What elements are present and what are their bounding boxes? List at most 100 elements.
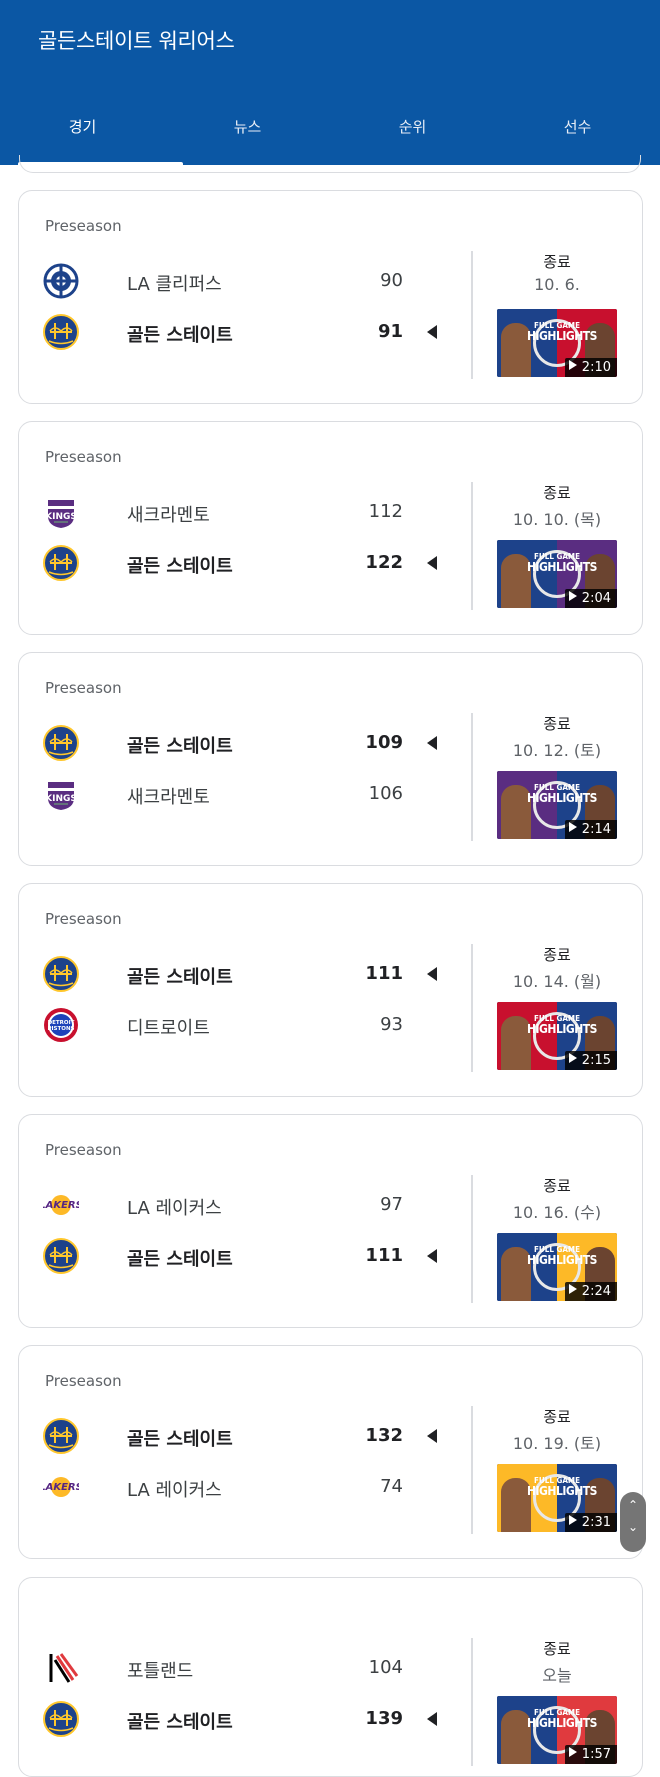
highlight-title-big: HIGHLIGHTS [527,1484,597,1498]
highlight-title: FULL GAME HIGHLIGHTS [527,783,597,805]
game-status: 종료 [543,484,571,502]
game-date: 10. 10. (목) [512,510,602,529]
highlight-title-big: HIGHLIGHTS [527,1253,597,1267]
video-duration: 2:04 [564,589,617,608]
highlight-title-big: HIGHLIGHTS [527,1716,597,1730]
winner-arrow-icon [427,325,437,339]
team-score: 97 [380,1194,403,1215]
team-row: 골든 스테이트 109 [43,723,463,763]
team-name: 새크라멘토 [127,787,210,808]
highlight-title-big: HIGHLIGHTS [527,329,597,343]
season-label: Preseason [45,448,122,466]
warriors-logo [43,1701,79,1737]
team-score: 74 [380,1476,403,1497]
team-row: LA 클리퍼스 90 [43,261,463,301]
team-row: 골든 스테이트 139 [43,1699,463,1739]
team-row: 골든 스테이트 91 [43,312,463,352]
video-duration: 2:10 [564,358,617,377]
kings-logo: KINGS [43,494,79,530]
team-row: 포틀랜드 104 [43,1648,463,1688]
video-duration: 2:31 [564,1513,617,1532]
app-header: 골든스테이트 워리어스 경기 뉴스 순위 선수 [0,0,660,165]
team-score: 139 [365,1708,403,1729]
team-name: 골든 스테이트 [127,1712,233,1733]
highlight-video-thumbnail[interactable]: FULL GAME HIGHLIGHTS 2:04 [497,540,617,608]
team-name: LA 레이커스 [127,1198,222,1219]
game-card[interactable]: Preseason 골든 스테이트 109 KINGS 새크라멘토 106 종료 10.… [18,652,643,866]
season-label: Preseason [45,1372,122,1390]
team-row: 골든 스테이트 122 [43,543,463,583]
team-score: 91 [377,321,403,342]
game-card[interactable]: 포틀랜드 104 골든 스테이트 139 종료 오늘 FULL GAME HIGHLIGHT… [18,1577,643,1777]
game-date: 오늘 [542,1666,572,1685]
game-status: 종료 [543,946,571,964]
team-name: 골든 스테이트 [127,736,233,757]
highlight-title: FULL GAME HIGHLIGHTS [527,321,597,343]
video-duration: 1:57 [564,1745,617,1764]
fast-scroll-handle[interactable]: ⌃ ⌄ [620,1492,646,1552]
team-name: 골든 스테이트 [127,1429,233,1450]
video-duration: 2:14 [564,820,617,839]
highlight-title-big: HIGHLIGHTS [527,560,597,574]
team-score: 104 [368,1657,403,1678]
clippers-logo [43,263,79,299]
svg-text:KINGS: KINGS [45,794,77,804]
team-name: 새크라멘토 [127,505,210,526]
warriors-logo [43,1418,79,1454]
highlight-video-thumbnail[interactable]: FULL GAME HIGHLIGHTS 2:14 [497,771,617,839]
game-card[interactable]: Preseason KINGS 새크라멘토 112 골든 스테이트 122 종료 10.… [18,421,643,635]
team-score: 93 [380,1014,403,1035]
lakers-logo: LAKERS [43,1187,79,1223]
season-label: Preseason [45,679,122,697]
team-name: 골든 스테이트 [127,1249,233,1270]
highlight-video-thumbnail[interactable]: FULL GAME HIGHLIGHTS 1:57 [497,1696,617,1764]
warriors-logo [43,545,79,581]
game-card[interactable]: Preseason LA 클리퍼스 90 골든 스테이트 91 종료 10. 6. FUL… [18,190,643,404]
team-row: 골든 스테이트 111 [43,1236,463,1276]
team-name: LA 클리퍼스 [127,274,222,295]
game-card[interactable]: Preseason 골든 스테이트 132 LAKERS LA 레이커스 74 종료 1… [18,1345,643,1559]
video-duration: 2:15 [564,1051,617,1070]
winner-arrow-icon [427,1712,437,1726]
team-score: 112 [368,501,403,522]
warriors-logo [43,1238,79,1274]
team-score: 111 [365,1245,403,1266]
highlight-title: FULL GAME HIGHLIGHTS [527,1245,597,1267]
winner-arrow-icon [427,736,437,750]
game-date: 10. 16. (수) [512,1203,602,1222]
season-label: Preseason [45,910,122,928]
game-status: 종료 [543,715,571,733]
highlight-video-thumbnail[interactable]: FULL GAME HIGHLIGHTS 2:24 [497,1233,617,1301]
svg-text:PISTONS: PISTONS [47,1026,74,1032]
game-date: 10. 6. [534,275,580,294]
lakers-logo: LAKERS [43,1469,79,1505]
team-score: 109 [365,732,403,753]
svg-text:LAKERS: LAKERS [43,1200,79,1211]
winner-arrow-icon [427,1429,437,1443]
game-card[interactable]: Preseason LAKERS LA 레이커스 97 골든 스테이트 111 종료 1… [18,1114,643,1328]
blazers-logo [43,1650,79,1686]
highlight-video-thumbnail[interactable]: FULL GAME HIGHLIGHTS 2:15 [497,1002,617,1070]
winner-arrow-icon [427,556,437,570]
svg-text:LAKERS: LAKERS [43,1482,79,1493]
highlight-video-thumbnail[interactable]: FULL GAME HIGHLIGHTS 2:10 [497,309,617,377]
highlight-title: FULL GAME HIGHLIGHTS [527,552,597,574]
pistons-logo: DETROIT PISTONS [43,1007,79,1043]
team-row: KINGS 새크라멘토 112 [43,492,463,532]
highlight-title: FULL GAME HIGHLIGHTS [527,1014,597,1036]
game-status: 종료 [543,1408,571,1426]
highlight-title: FULL GAME HIGHLIGHTS [527,1476,597,1498]
team-name: 골든 스테이트 [127,967,233,988]
svg-text:KINGS: KINGS [45,512,77,522]
team-score: 122 [365,552,403,573]
team-name: 포틀랜드 [127,1661,194,1682]
chevron-up-icon: ⌃ [627,1498,639,1512]
highlight-video-thumbnail[interactable]: FULL GAME HIGHLIGHTS 2:31 [497,1464,617,1532]
season-label: Preseason [45,217,122,235]
winner-arrow-icon [427,1249,437,1263]
warriors-logo [43,725,79,761]
previous-game-card-edge[interactable] [19,155,641,173]
team-name: LA 레이커스 [127,1480,222,1501]
team-name: 디트로이트 [127,1018,210,1039]
game-card[interactable]: Preseason 골든 스테이트 111 DETROIT PISTONS 디트로… [18,883,643,1097]
